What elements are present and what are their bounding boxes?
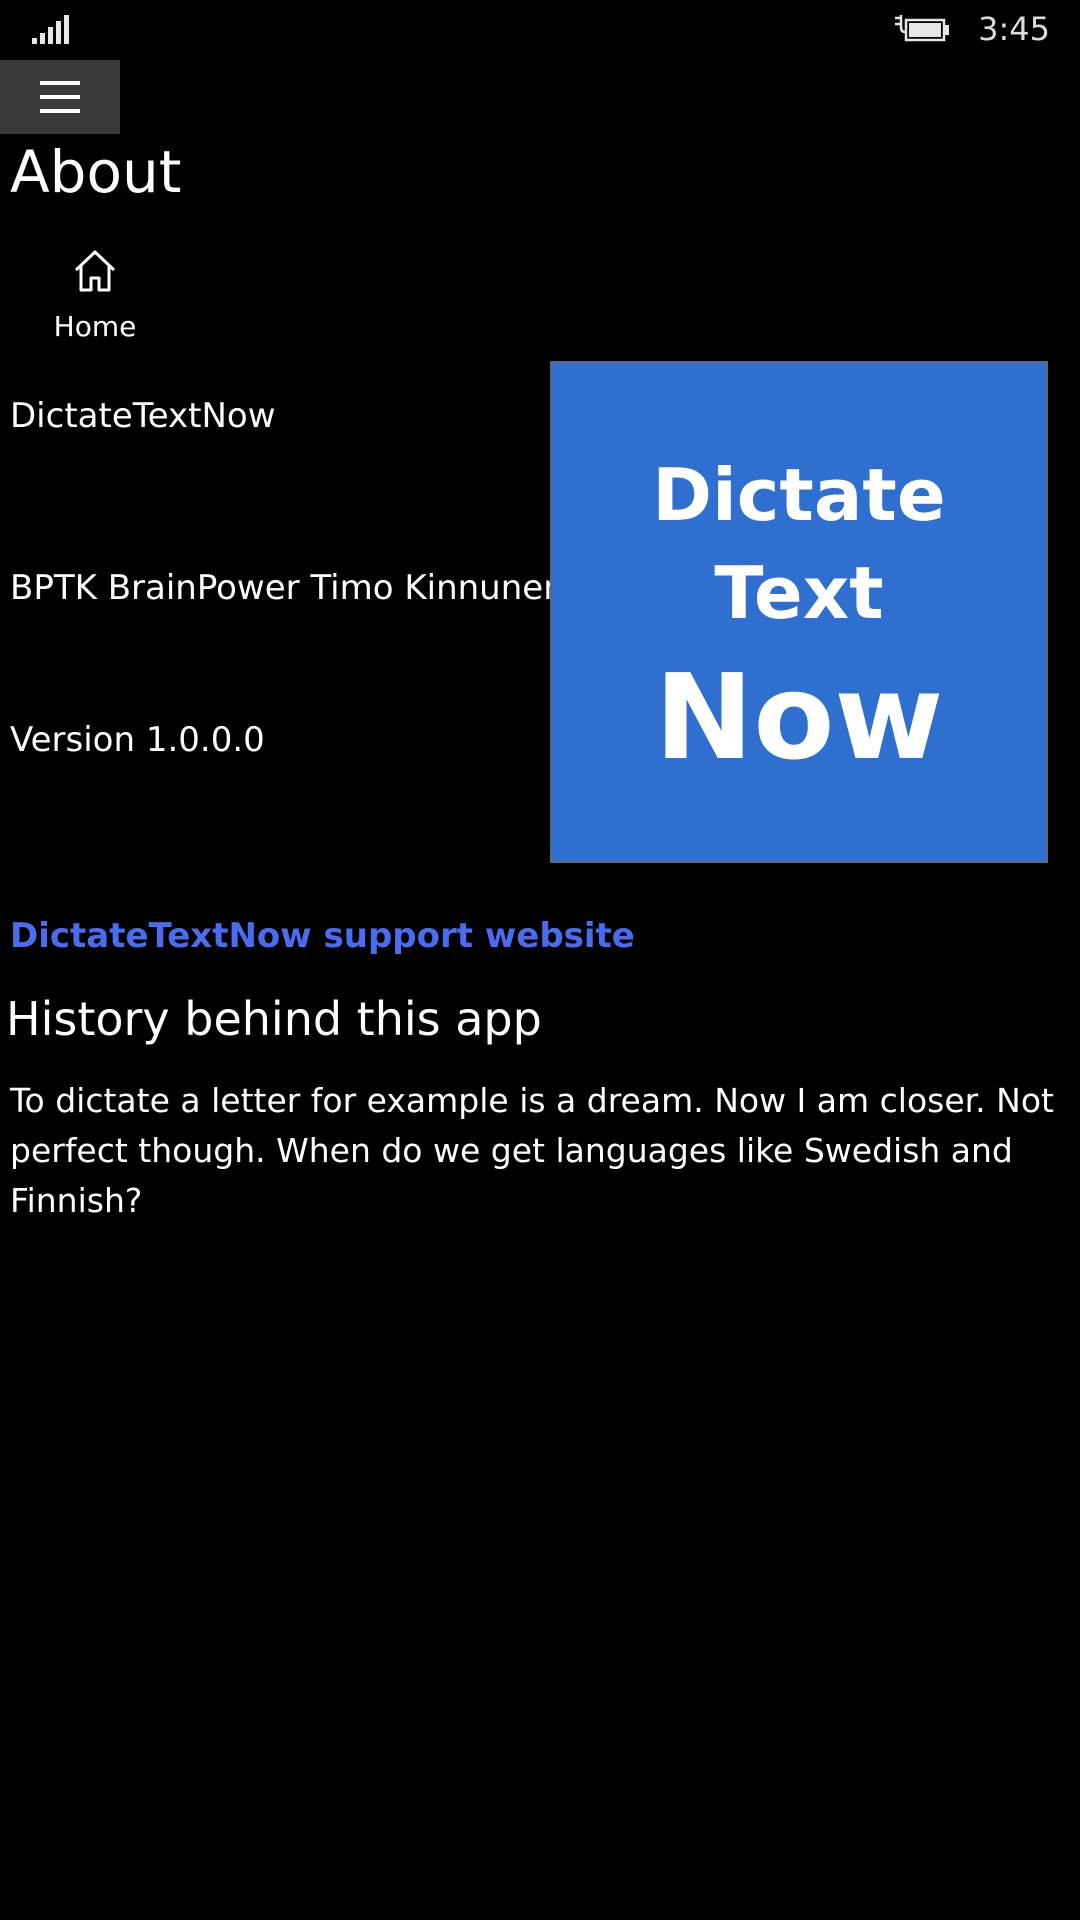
page-title: About	[10, 138, 182, 206]
app-version: Version 1.0.0.0	[10, 720, 265, 760]
logo-text-text: Text	[714, 551, 884, 635]
app-logo: Dictate Text Now	[550, 361, 1048, 863]
support-website-link[interactable]: DictateTextNow support website	[10, 916, 635, 956]
home-icon	[74, 250, 116, 292]
clock: 3:45	[978, 10, 1050, 48]
logo-text-now: Now	[654, 648, 944, 786]
publisher-name: BPTK BrainPower Timo Kinnunen	[10, 568, 565, 608]
app-name: DictateTextNow	[10, 396, 276, 436]
history-heading: History behind this app	[6, 992, 542, 1046]
hamburger-menu-icon	[40, 81, 80, 113]
logo-text-dictate: Dictate	[652, 453, 946, 537]
status-bar: 3:45	[0, 0, 1080, 58]
battery-charging-icon	[893, 12, 953, 46]
home-label: Home	[53, 310, 137, 343]
signal-bars-icon	[30, 14, 70, 44]
history-text: To dictate a letter for example is a dre…	[10, 1081, 1054, 1220]
home-button[interactable]: Home	[40, 240, 150, 350]
hamburger-menu-button[interactable]	[0, 60, 120, 134]
